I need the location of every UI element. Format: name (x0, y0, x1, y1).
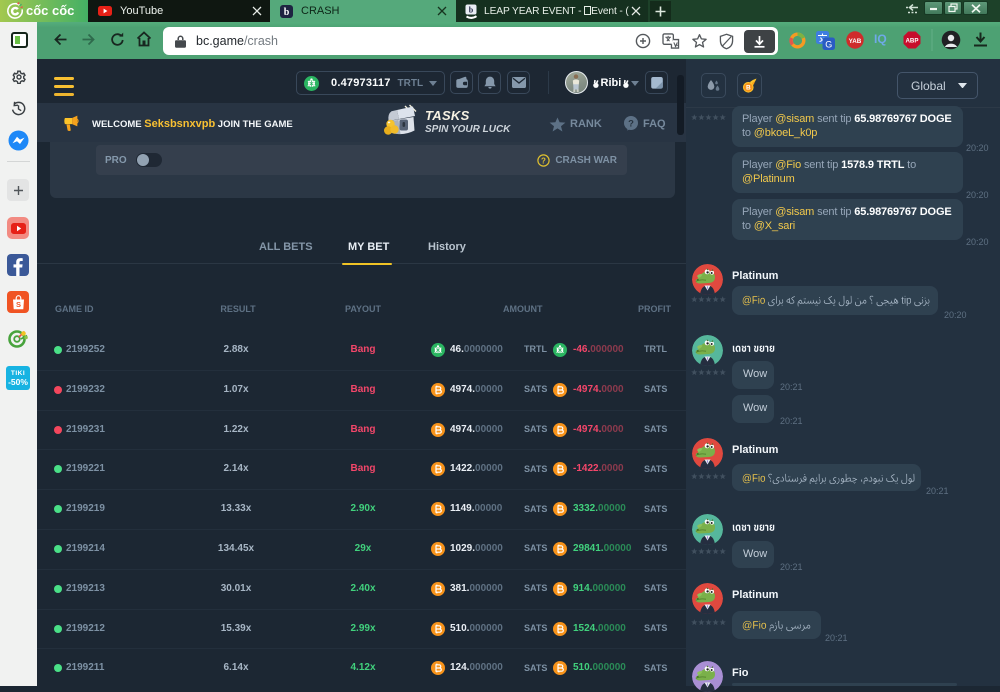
svg-text:ABP: ABP (905, 38, 918, 45)
svg-text:b: b (284, 7, 290, 18)
svg-text:YAB: YAB (849, 38, 862, 45)
svg-text:?: ? (628, 118, 634, 129)
svg-text:S: S (15, 300, 20, 309)
svg-text:G: G (825, 39, 832, 49)
svg-text:?: ? (541, 156, 546, 165)
svg-text:B: B (745, 84, 750, 91)
svg-text:b: b (469, 5, 474, 14)
